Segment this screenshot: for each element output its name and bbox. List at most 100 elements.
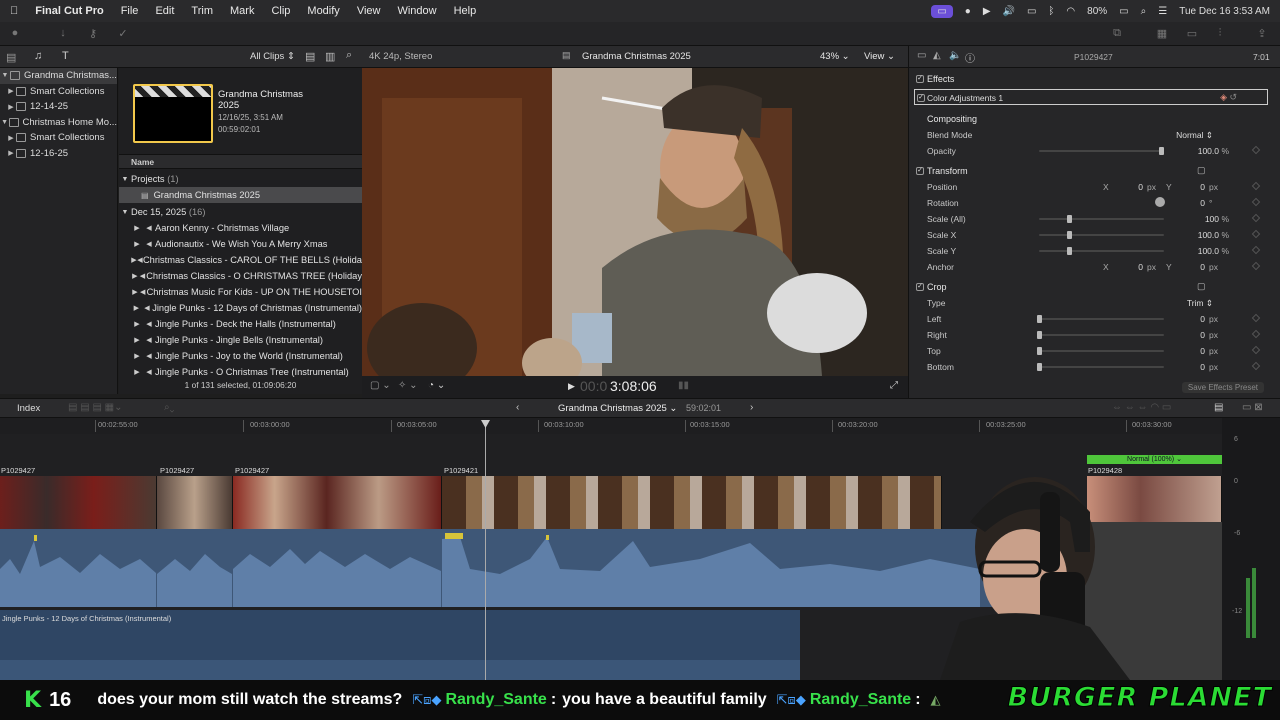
battery-icon[interactable]: ▭	[1119, 6, 1128, 17]
crop-bottom-slider[interactable]	[1037, 363, 1164, 371]
library-item-event-12-16-25[interactable]: ▶ 12-16-25	[0, 146, 117, 162]
keyframe-icon[interactable]	[1251, 313, 1261, 323]
transform-onscreen-icon[interactable]: ▢	[1197, 165, 1206, 176]
disclosure-open-icon[interactable]: ▼	[0, 72, 10, 79]
list-item[interactable]: ▶ ◀ Aaron Kenny - Christmas Village	[119, 220, 362, 236]
effects-checkbox[interactable]: ✓	[916, 75, 924, 83]
disclosure-closed-icon[interactable]: ▶	[131, 336, 143, 344]
menu-modify[interactable]: Modify	[307, 5, 339, 17]
disclosure-closed-icon[interactable]: ▶	[131, 240, 143, 248]
menu-mark[interactable]: Mark	[230, 5, 254, 17]
list-item[interactable]: ▶ ◀ Jingle Punks - Joy to the World (Instr…	[119, 348, 362, 364]
crop-onscreen-icon[interactable]: ▢	[1197, 281, 1206, 292]
layout-browser-icon[interactable]: ▦	[1155, 27, 1169, 41]
timeline-tools-icons[interactable]: ⇔ ⇔ ⇔ ◠ ▭	[1112, 402, 1171, 413]
bluetooth-icon[interactable]: ᛒ	[1048, 6, 1054, 17]
effects-browser-icon[interactable]: ▭ ⊠	[1242, 402, 1263, 413]
background-tasks-icon[interactable]: ✓	[116, 27, 130, 41]
record-icon[interactable]: ●	[965, 6, 971, 17]
play-icon[interactable]: ▶	[983, 6, 991, 17]
retime-icon[interactable]: ◔ ⌄	[428, 380, 445, 391]
library-item-christmas-home[interactable]: ▼ Christmas Home Mo...	[0, 115, 117, 131]
effect-enable-checkbox[interactable]: ✓	[917, 94, 925, 102]
titles-icon[interactable]: T	[62, 50, 69, 62]
projects-group[interactable]: ▼ Projects (1)	[119, 171, 362, 187]
timeline-forward-icon[interactable]: ›	[750, 402, 753, 413]
scale-all-slider[interactable]	[1039, 215, 1164, 223]
disclosure-closed-icon[interactable]: ▶	[131, 320, 143, 328]
keyframe-icon[interactable]	[1251, 145, 1261, 155]
keyframe-icon[interactable]	[1251, 229, 1261, 239]
viewer-view-menu[interactable]: View ⌄	[864, 51, 895, 62]
volume-icon[interactable]: 🔊	[1003, 6, 1015, 17]
disclosure-closed-icon[interactable]: ▶	[6, 87, 16, 95]
video-clip[interactable]	[233, 476, 442, 529]
music-track[interactable]: Jingle Punks - 12 Days of Christmas (Ins…	[0, 610, 800, 680]
menu-view[interactable]: View	[357, 5, 381, 17]
keyframe-icon[interactable]	[1251, 261, 1261, 271]
keyframe-icon[interactable]	[1251, 213, 1261, 223]
photos-icon[interactable]: ♫	[34, 50, 42, 62]
disclosure-closed-icon[interactable]: ▶	[131, 272, 139, 280]
video-clip[interactable]	[157, 476, 233, 529]
project-row[interactable]: ▤ Grandma Christmas 2025	[119, 187, 362, 203]
window-close-icon[interactable]: ●	[8, 27, 22, 41]
tool-select-icon[interactable]: ⌕⌄	[164, 402, 174, 413]
disclosure-closed-icon[interactable]: ▶	[131, 368, 143, 376]
play-button[interactable]: ▶	[568, 381, 575, 392]
enhance-icon[interactable]: ✧ ⌄	[398, 380, 418, 391]
menu-window[interactable]: Window	[397, 5, 436, 17]
viewer-zoom-menu[interactable]: 43% ⌄	[820, 51, 850, 62]
timeline-back-icon[interactable]: ‹	[516, 402, 519, 413]
position-x-value[interactable]: 0	[1138, 182, 1143, 192]
video-clip[interactable]	[442, 476, 942, 529]
crop-top-value[interactable]: 0	[1200, 346, 1205, 356]
menu-app-name[interactable]: Final Cut Pro	[35, 5, 103, 17]
column-name-header[interactable]: Name	[131, 157, 154, 167]
crop-checkbox[interactable]: ✓	[916, 283, 924, 291]
keyframe-icon[interactable]	[1251, 197, 1261, 207]
crop-bottom-value[interactable]: 0	[1200, 362, 1205, 372]
scale-x-value[interactable]: 100.0	[1198, 230, 1219, 240]
keyframe-icon[interactable]	[1251, 329, 1261, 339]
crop-left-slider[interactable]	[1037, 315, 1164, 323]
disclosure-closed-icon[interactable]: ▶	[6, 149, 16, 157]
scale-y-slider[interactable]	[1039, 247, 1164, 255]
disclosure-closed-icon[interactable]: ▶	[131, 304, 142, 312]
disclosure-closed-icon[interactable]: ▶	[131, 352, 143, 360]
keyframe-icon[interactable]	[1251, 245, 1261, 255]
color-adjustments-effect[interactable]: ✓ Color Adjustments 1 ◈ ↺	[914, 89, 1268, 105]
menu-clip[interactable]: Clip	[271, 5, 290, 17]
transform-checkbox[interactable]: ✓	[916, 167, 924, 175]
scale-y-value[interactable]: 100.0	[1198, 246, 1219, 256]
scale-x-slider[interactable]	[1039, 231, 1164, 239]
crop-section[interactable]: ✓ Crop ▢	[909, 279, 1280, 295]
browser-search-icon[interactable]: ⌕	[346, 49, 352, 62]
list-item[interactable]: ▶ ◀ Christmas Music For Kids - UP ON THE H…	[119, 284, 362, 300]
crop-right-value[interactable]: 0	[1200, 330, 1205, 340]
export-icon[interactable]: ⇪	[1255, 27, 1269, 41]
list-item[interactable]: ▶ ◀ Jingle Punks - Jingle Bells (Instrumen…	[119, 332, 362, 348]
audio-inspector-icon[interactable]: 🔈	[949, 50, 961, 61]
anchor-x-value[interactable]: 0	[1138, 262, 1143, 272]
timeline-ruler[interactable]: 00:02:55:00 00:03:00:00 00:03:05:00 00:0…	[0, 418, 1222, 434]
transform-section[interactable]: ✓ Transform ▢	[909, 163, 1280, 179]
list-item[interactable]: ▶ ◀ Christmas Classics - O CHRISTMAS TREE …	[119, 268, 362, 284]
disclosure-closed-icon[interactable]: ▶	[6, 134, 16, 142]
opacity-value[interactable]: 100.0	[1198, 146, 1219, 156]
apple-icon[interactable]: 	[10, 5, 18, 17]
blend-mode-select[interactable]: Normal ⇕	[1176, 130, 1213, 141]
video-viewer[interactable]	[362, 68, 908, 376]
effects-section[interactable]: ✓ Effects	[909, 71, 1280, 87]
menu-file[interactable]: File	[121, 5, 139, 17]
video-inspector-icon[interactable]: ▭	[917, 50, 926, 61]
search-icon[interactable]: ⌕	[1141, 6, 1147, 17]
list-item[interactable]: ▶ ◀ Christmas Classics - CAROL OF THE BELL…	[119, 252, 362, 268]
share-icon[interactable]: ⧉	[1110, 27, 1124, 41]
libraries-icon[interactable]: ▤	[6, 51, 16, 64]
anchor-y-value[interactable]: 0	[1200, 262, 1205, 272]
save-effects-preset-button[interactable]: Save Effects Preset	[1181, 382, 1264, 393]
filmstrip-view-icon[interactable]: ▥	[325, 50, 335, 63]
disclosure-closed-icon[interactable]: ▶	[131, 288, 139, 296]
index-button[interactable]: Index	[17, 403, 40, 414]
